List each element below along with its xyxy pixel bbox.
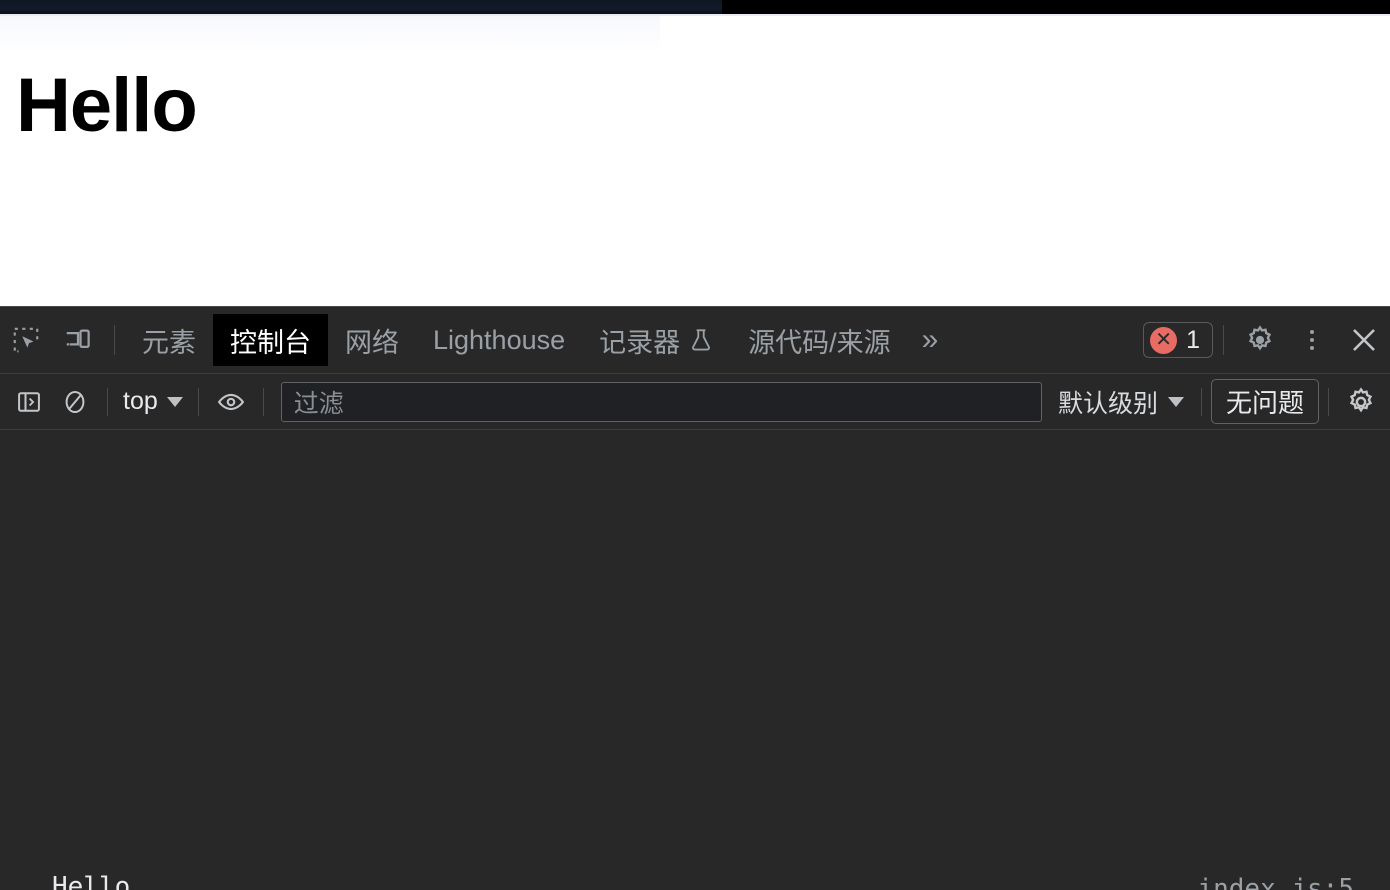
filter-divider-4 bbox=[1200, 387, 1202, 416]
toolbar-divider-1 bbox=[114, 325, 115, 355]
tab-recorder[interactable]: 记录器 bbox=[582, 314, 731, 366]
tab-network[interactable]: 网络 bbox=[328, 314, 416, 366]
filter-divider-1 bbox=[107, 387, 108, 416]
inspect-element-icon[interactable] bbox=[0, 314, 52, 366]
console-sidebar-icon[interactable] bbox=[6, 379, 52, 425]
more-options-icon[interactable] bbox=[1286, 314, 1338, 366]
tab-console[interactable]: 控制台 bbox=[213, 314, 328, 366]
console-filter-toolbar: top 过滤 默认级别 无问题 bbox=[0, 374, 1390, 430]
execution-context-selector[interactable]: top bbox=[117, 387, 189, 416]
browser-top-strip bbox=[0, 0, 1390, 14]
kebab-dots bbox=[1310, 330, 1314, 350]
flask-icon bbox=[688, 327, 714, 353]
devtools-panel: 元素 控制台 网络 Lighthouse 记录器 源代码/来源 » ✕ 1 to… bbox=[0, 306, 1390, 890]
page-title: Hello bbox=[16, 63, 198, 148]
filter-divider-2 bbox=[197, 387, 199, 416]
chevron-down-icon bbox=[166, 396, 183, 407]
tab-network-label: 网络 bbox=[345, 327, 399, 358]
close-icon[interactable] bbox=[1338, 314, 1390, 366]
viewport-gradient-wash bbox=[0, 16, 660, 52]
error-count-badge[interactable]: ✕ 1 bbox=[1143, 322, 1213, 358]
error-count-label: 1 bbox=[1186, 325, 1200, 354]
issues-button[interactable]: 无问题 bbox=[1210, 379, 1319, 424]
toolbar-divider-2 bbox=[1223, 325, 1224, 355]
device-toolbar-icon[interactable] bbox=[52, 314, 104, 366]
tab-elements[interactable]: 元素 bbox=[125, 314, 213, 366]
console-filter-placeholder: 过滤 bbox=[293, 389, 344, 418]
console-filter-input[interactable]: 过滤 bbox=[280, 381, 1042, 422]
tab-elements-label: 元素 bbox=[142, 327, 196, 358]
log-level-label: 默认级别 bbox=[1057, 389, 1158, 418]
browser-top-strip-left bbox=[0, 0, 722, 14]
error-circle-icon: ✕ bbox=[1150, 326, 1178, 354]
tab-recorder-label: 记录器 bbox=[599, 327, 681, 358]
console-output: Hello index.js:5 {$$typeof: Symbol(react… bbox=[0, 430, 1390, 890]
more-tabs-chevron-icon[interactable]: » bbox=[908, 323, 950, 357]
tab-console-label: 控制台 bbox=[230, 327, 311, 358]
filter-divider-3 bbox=[262, 387, 264, 416]
live-expression-eye-icon[interactable] bbox=[208, 379, 254, 425]
screenshot-root: Hello 元素 控制台 网络 Lighthouse 记录器 源代码/来源 » … bbox=[0, 0, 1390, 890]
page-viewport: Hello bbox=[0, 16, 1390, 306]
clear-console-icon[interactable] bbox=[52, 379, 98, 425]
devtools-tabstrip: 元素 控制台 网络 Lighthouse 记录器 源代码/来源 » ✕ 1 bbox=[0, 307, 1390, 374]
filter-divider-5 bbox=[1328, 387, 1329, 416]
chevron-down-icon-level bbox=[1167, 396, 1184, 407]
tab-lighthouse-label: Lighthouse bbox=[433, 324, 566, 355]
tab-sources[interactable]: 源代码/来源 bbox=[731, 314, 908, 366]
tab-sources-label: 源代码/来源 bbox=[748, 327, 891, 358]
log-level-selector[interactable]: 默认级别 bbox=[1050, 384, 1192, 420]
console-message-label: Hello bbox=[52, 872, 131, 890]
gear-icon[interactable] bbox=[1234, 314, 1286, 366]
console-settings-gear-icon[interactable] bbox=[1338, 379, 1384, 425]
tab-lighthouse[interactable]: Lighthouse bbox=[416, 314, 582, 366]
execution-context-label: top bbox=[123, 387, 158, 415]
